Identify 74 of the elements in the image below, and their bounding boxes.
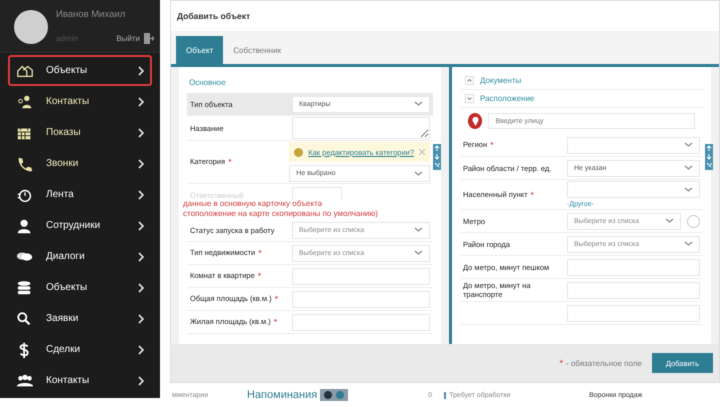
input-field[interactable] — [292, 290, 430, 308]
chevron-right-icon — [138, 128, 144, 138]
close-icon[interactable] — [419, 149, 425, 155]
map-pin-icon — [468, 113, 482, 129]
tab[interactable]: Собственник — [223, 36, 292, 64]
menu-item[interactable]: Объекты — [8, 272, 152, 303]
chevron-right-icon — [138, 344, 144, 354]
section-header[interactable]: Расположение — [460, 90, 703, 108]
exit-icon — [143, 32, 154, 45]
dialog-title: Добавить объект — [171, 1, 719, 31]
menu-item[interactable]: Сделки — [8, 334, 152, 365]
chevron-right-icon — [138, 158, 144, 168]
round-button[interactable] — [687, 214, 700, 228]
menu-item[interactable]: Диалоги — [8, 241, 152, 272]
chevron-up-icon — [465, 76, 474, 85]
user-name: Иванов Михаил — [56, 9, 126, 20]
chevron-right-icon — [138, 66, 144, 76]
input-field[interactable] — [567, 282, 700, 298]
section-header[interactable]: Документы — [460, 72, 703, 90]
chevron-right-icon — [138, 282, 144, 292]
input-field[interactable] — [567, 304, 700, 322]
required-mark: * — [274, 294, 278, 304]
chevron-down-icon — [414, 101, 423, 107]
chevron-down-icon — [684, 165, 693, 171]
chevron-down-icon — [465, 94, 474, 103]
chevron-right-icon — [138, 314, 144, 324]
select-field[interactable] — [567, 136, 700, 154]
chevron-down-icon — [684, 241, 693, 247]
window-controls-icon[interactable] — [320, 389, 348, 401]
annotation-text: стоположение на карте скопированы по умолчанию) — [183, 209, 379, 219]
chevron-down-icon — [414, 250, 423, 256]
menu-item[interactable]: Звонки — [8, 148, 152, 179]
select-field[interactable] — [567, 181, 700, 198]
required-mark: * — [258, 271, 262, 281]
chevron-right-icon — [138, 96, 144, 106]
required-mark: * — [490, 140, 494, 150]
scroll-arrows-icon[interactable] — [705, 144, 713, 170]
input-field[interactable] — [292, 314, 430, 330]
chevron-down-icon — [414, 227, 423, 233]
menu-item[interactable]: Контакты — [8, 86, 152, 117]
logout-link[interactable]: Выйти — [116, 32, 154, 45]
question-icon — [294, 148, 304, 156]
required-mark: * — [228, 157, 232, 167]
menu-item[interactable]: Объекты — [8, 55, 152, 86]
input-field[interactable] — [567, 258, 700, 276]
chevron-down-icon — [414, 170, 423, 176]
required-mark: * — [530, 190, 534, 200]
menu-item[interactable]: Лента — [8, 179, 152, 210]
avatar-placeholder — [14, 10, 48, 44]
group-icon — [16, 372, 34, 390]
menu-item[interactable]: Сотрудники — [8, 210, 152, 241]
chevron-right-icon — [138, 190, 144, 200]
menu-item[interactable]: Показы — [8, 117, 152, 148]
tab[interactable]: Объект — [176, 36, 224, 64]
chevron-right-icon — [138, 220, 144, 230]
annotation-text: данные в основную карточку объекта — [183, 199, 324, 209]
menu-item[interactable]: Заявки — [8, 303, 152, 334]
chevron-right-icon — [138, 376, 144, 386]
required-mark: * — [559, 358, 563, 368]
section-heading: Основное — [188, 77, 227, 89]
menu-item[interactable]: Контакты — [8, 365, 152, 396]
chevron-right-icon — [138, 252, 144, 262]
required-note: - обязательное поле — [566, 358, 642, 368]
required-mark: * — [258, 248, 262, 258]
required-mark: * — [274, 317, 278, 327]
input-field[interactable] — [292, 268, 430, 284]
chevron-down-icon — [684, 186, 693, 192]
text-area[interactable] — [292, 117, 430, 139]
people-icon — [16, 92, 34, 110]
scroll-arrows-icon[interactable] — [433, 144, 441, 170]
chevron-down-icon — [665, 218, 674, 224]
phone-icon — [16, 154, 34, 172]
background-heading: Напоминания — [247, 389, 318, 401]
chevron-down-icon — [684, 142, 693, 148]
